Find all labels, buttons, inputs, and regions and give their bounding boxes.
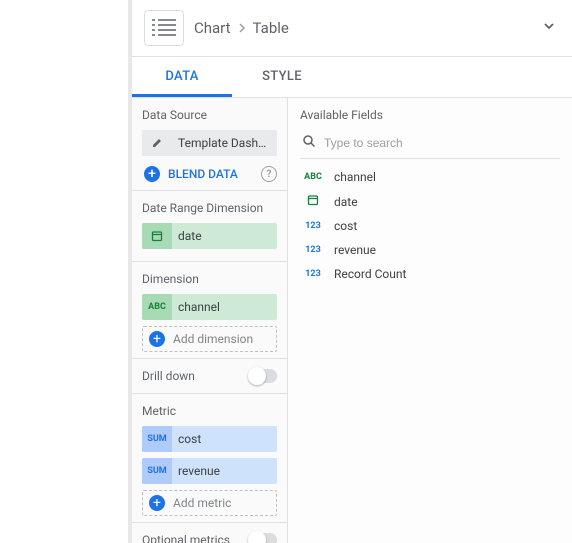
left-gutter bbox=[0, 0, 132, 543]
section-metric: Metric SUM cost SUM revenue + Add metric bbox=[132, 394, 287, 523]
available-fields-title: Available Fields bbox=[300, 108, 560, 122]
chevron-right-icon bbox=[237, 23, 247, 33]
metric-chip-cost[interactable]: SUM cost bbox=[142, 426, 277, 452]
field-record-count[interactable]: 123 Record Count bbox=[300, 262, 560, 286]
metric-chip-revenue[interactable]: SUM revenue bbox=[142, 458, 277, 484]
pencil-icon bbox=[142, 130, 172, 156]
section-data-source: Data Source Template Dashbo... + BLEND D… bbox=[132, 98, 287, 191]
calendar-icon bbox=[302, 194, 324, 209]
available-fields-column: Available Fields ABC channel date bbox=[288, 98, 572, 543]
field-label: Record Count bbox=[334, 267, 406, 281]
help-icon[interactable]: ? bbox=[261, 166, 277, 182]
number-type-icon: 123 bbox=[302, 221, 324, 231]
plus-icon: + bbox=[149, 495, 165, 511]
dimension-name: channel bbox=[172, 300, 277, 314]
number-type-icon: 123 bbox=[302, 269, 324, 279]
metric-name: cost bbox=[172, 432, 277, 446]
section-dimension: Dimension ABC channel + Add dimension bbox=[132, 262, 287, 359]
search-input[interactable] bbox=[324, 136, 558, 150]
date-range-chip[interactable]: date bbox=[142, 223, 277, 249]
drill-down-label: Drill down bbox=[142, 369, 249, 383]
panel-header: Chart Table bbox=[132, 0, 572, 56]
field-label: channel bbox=[334, 170, 376, 184]
chart-type-table-icon[interactable] bbox=[144, 10, 184, 46]
breadcrumb[interactable]: Chart Table bbox=[194, 19, 532, 37]
add-dimension-label: Add dimension bbox=[173, 332, 253, 346]
optional-metrics-row: Optional metrics bbox=[132, 523, 287, 543]
metric-title: Metric bbox=[142, 404, 277, 418]
field-label: date bbox=[334, 195, 358, 209]
number-type-icon: 123 bbox=[302, 245, 324, 255]
optional-metrics-toggle[interactable] bbox=[249, 533, 277, 543]
metric-name: revenue bbox=[172, 464, 277, 478]
abc-type-icon: ABC bbox=[302, 172, 324, 182]
dimension-chip-channel[interactable]: ABC channel bbox=[142, 294, 277, 320]
field-cost[interactable]: 123 cost bbox=[300, 214, 560, 238]
date-range-title: Date Range Dimension bbox=[142, 201, 277, 215]
field-label: revenue bbox=[334, 243, 376, 257]
blend-data-button[interactable]: + BLEND DATA ? bbox=[142, 162, 277, 184]
breadcrumb-table: Table bbox=[253, 19, 289, 37]
add-metric-button[interactable]: + Add metric bbox=[142, 490, 277, 516]
plus-icon: + bbox=[149, 331, 165, 347]
search-row bbox=[300, 130, 560, 159]
sum-badge: SUM bbox=[142, 458, 172, 484]
field-label: cost bbox=[334, 219, 357, 233]
search-icon bbox=[302, 134, 316, 152]
optional-metrics-label: Optional metrics bbox=[142, 533, 249, 543]
add-metric-label: Add metric bbox=[173, 496, 231, 510]
data-source-name: Template Dashbo... bbox=[172, 136, 277, 150]
chevron-down-icon[interactable] bbox=[542, 19, 556, 37]
calendar-icon bbox=[142, 223, 172, 249]
plus-icon: + bbox=[144, 166, 160, 182]
tab-data[interactable]: DATA bbox=[132, 57, 232, 97]
sum-badge: SUM bbox=[142, 426, 172, 452]
tab-style[interactable]: STYLE bbox=[232, 57, 332, 97]
blend-data-label: BLEND DATA bbox=[168, 167, 238, 181]
data-source-title: Data Source bbox=[142, 108, 277, 122]
date-range-name: date bbox=[172, 229, 277, 243]
dimension-title: Dimension bbox=[142, 272, 277, 286]
field-date[interactable]: date bbox=[300, 189, 560, 214]
data-column: Data Source Template Dashbo... + BLEND D… bbox=[132, 98, 288, 543]
data-source-chip[interactable]: Template Dashbo... bbox=[142, 130, 277, 156]
breadcrumb-chart: Chart bbox=[194, 19, 231, 37]
drill-down-row: Drill down bbox=[132, 359, 287, 394]
field-channel[interactable]: ABC channel bbox=[300, 165, 560, 189]
tabs: DATA STYLE bbox=[132, 57, 572, 98]
section-date-range: Date Range Dimension date bbox=[132, 191, 287, 262]
abc-badge: ABC bbox=[142, 294, 172, 320]
add-dimension-button[interactable]: + Add dimension bbox=[142, 326, 277, 352]
field-revenue[interactable]: 123 revenue bbox=[300, 238, 560, 262]
drill-down-toggle[interactable] bbox=[249, 369, 277, 383]
